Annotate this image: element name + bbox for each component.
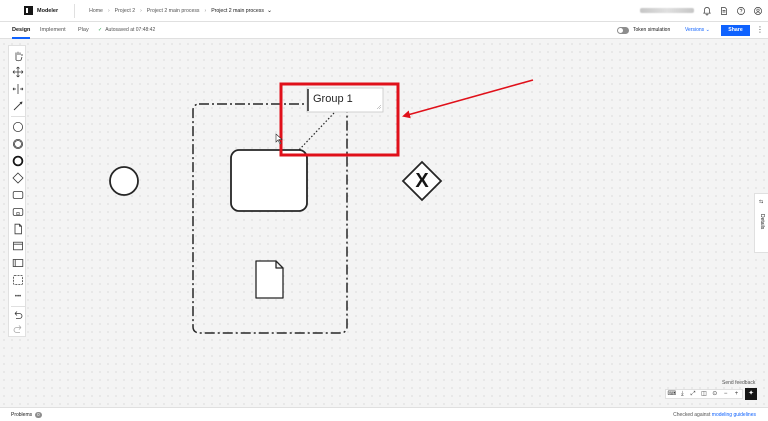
zoom-out-icon[interactable]: −: [722, 390, 730, 398]
connect-tool-icon[interactable]: [12, 100, 24, 112]
lasso-tool-icon[interactable]: [12, 66, 24, 78]
details-label: Details: [759, 214, 765, 230]
group-label-text[interactable]: Group 1: [313, 92, 353, 106]
modeling-guidelines-link[interactable]: modeling guidelines: [712, 412, 756, 418]
palette-divider: [11, 116, 25, 117]
annotation-arrow: [402, 79, 534, 119]
minimap-icon[interactable]: ◫: [700, 390, 708, 398]
problems-label: Problems: [11, 412, 33, 418]
pool-icon[interactable]: [12, 257, 24, 269]
bpmn-diagram: [109, 79, 534, 334]
start-event-icon[interactable]: [12, 121, 24, 133]
guidelines-prefix: Checked against: [673, 412, 712, 418]
tool-palette: •••: [8, 45, 26, 337]
association-line[interactable]: [298, 112, 335, 151]
zoom-in-icon[interactable]: +: [732, 390, 740, 398]
task-icon[interactable]: [12, 189, 24, 201]
gateway-icon[interactable]: [12, 172, 24, 184]
problems-tab[interactable]: Problems 0: [11, 408, 42, 421]
problems-count-badge: 0: [35, 412, 42, 418]
hand-tool-icon[interactable]: [12, 50, 24, 62]
reset-view-icon[interactable]: ⊙: [711, 390, 719, 398]
group-icon[interactable]: [12, 274, 24, 286]
ai-assistant-icon[interactable]: ✦: [745, 388, 757, 400]
data-object-icon[interactable]: [12, 223, 24, 235]
guidelines-status: Checked against modeling guidelines: [673, 408, 756, 421]
task[interactable]: [230, 149, 308, 212]
details-toggle-icon: ⇆: [759, 199, 764, 205]
undo-icon[interactable]: [12, 309, 24, 321]
data-store-icon[interactable]: [12, 240, 24, 252]
details-panel-toggle[interactable]: ⇆ Details: [754, 193, 768, 253]
canvas-controls: ⌨ ⤓ ⤢ ◫ ⊙ − +: [665, 389, 743, 399]
palette-divider: [11, 306, 25, 307]
subprocess-icon[interactable]: [12, 206, 24, 218]
gateway-x-icon: X: [415, 170, 429, 192]
fullscreen-icon[interactable]: ⤢: [689, 390, 697, 398]
send-feedback-link[interactable]: Send feedback: [722, 380, 755, 386]
redo-icon[interactable]: [12, 323, 24, 335]
data-object[interactable]: [255, 260, 284, 299]
end-event-icon[interactable]: [12, 155, 24, 167]
more-icon[interactable]: •••: [12, 291, 24, 303]
space-tool-icon[interactable]: [12, 83, 24, 95]
modeler-app: Modeler Home › Project 2 › Project 2 mai…: [0, 0, 768, 421]
keyboard-shortcuts-icon[interactable]: ⌨: [667, 390, 676, 398]
intermediate-event-icon[interactable]: [12, 138, 24, 150]
start-event[interactable]: [109, 166, 139, 196]
download-icon[interactable]: ⤓: [678, 390, 686, 398]
status-bar: Problems 0 Checked against modeling guide…: [0, 407, 768, 421]
